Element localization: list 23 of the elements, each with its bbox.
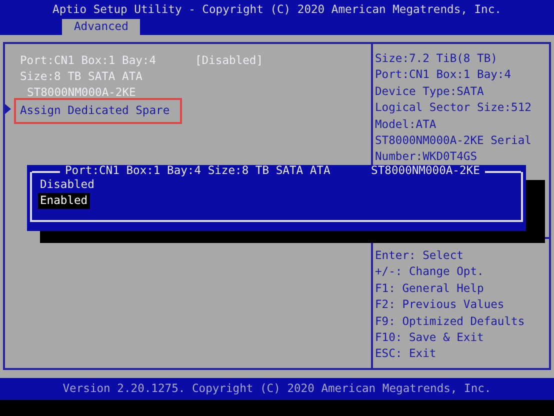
help-text: Device Type:SATA: [375, 84, 485, 100]
key-hint: +/-: Change Opt.: [375, 264, 485, 280]
key-hint: Enter: Select: [375, 248, 464, 264]
help-text: Logical Sector Size:512: [375, 100, 532, 116]
dialog-option[interactable]: Disabled: [38, 177, 96, 193]
help-text: Model:ATA: [375, 116, 438, 133]
help-text: Port:CN1 Box:1 Bay:4: [375, 67, 512, 84]
version-text: Version 2.20.1275. Copyright (C) 2020 American Megatrends, Inc.: [62, 382, 492, 395]
key-hint: F10: Save & Exit: [375, 330, 485, 346]
info-text: ST8000NM000A-2KE: [27, 85, 136, 101]
key-hint: F9: Optimized Defaults: [375, 314, 526, 330]
key-hint: F2: Previous Values: [375, 297, 506, 314]
help-text: Size:7.2 TiB(8 TB): [375, 51, 498, 67]
dialog-option[interactable]: Enabled: [38, 193, 90, 209]
submenu-item[interactable]: Assign Dedicated Spare: [14, 98, 182, 124]
info-text: Size:8 TB SATA ATA: [20, 69, 142, 85]
menu-tab[interactable]: Advanced: [62, 19, 140, 35]
key-hint: F1: General Help: [375, 280, 485, 297]
key-hint: ESC: Exit: [375, 346, 438, 362]
window-title: Aptio Setup Utility - Copyright (C) 2020 American Megatrends, Inc.: [52, 2, 502, 18]
help-text: ST8000NM000A-2KE Serial: [375, 133, 532, 150]
help-text: Number:WKD0T4GS: [375, 149, 478, 166]
dialog-title: Port:CN1 Box:1 Bay:4 Size:8 TB SATA ATA ST8000NM000A-2KE: [64, 164, 481, 178]
